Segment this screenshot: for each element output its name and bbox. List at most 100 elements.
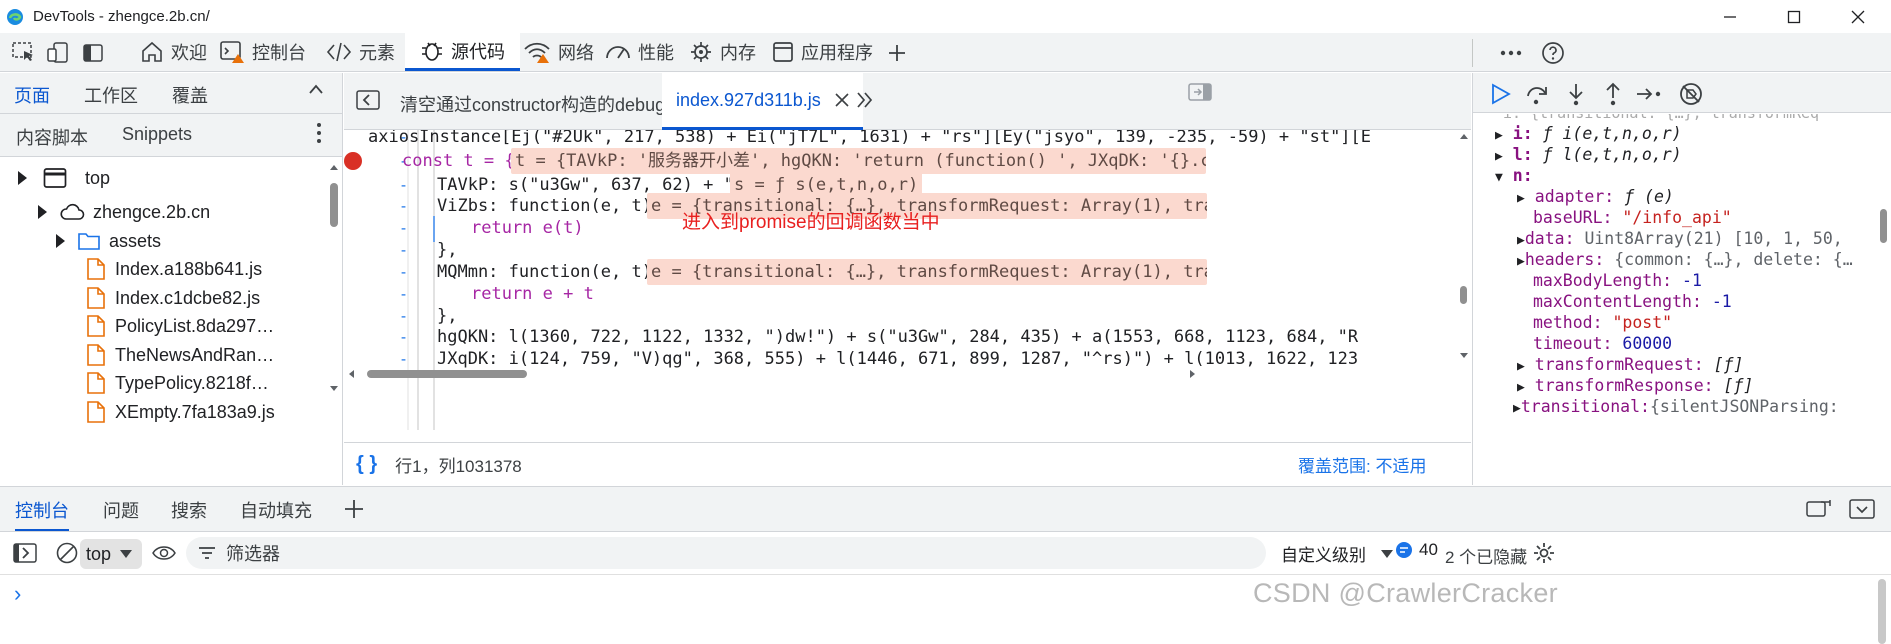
inline-value: t = {TAVkP: '服务器开小差', hgQKN: 'return (fu… — [511, 148, 1206, 174]
tab-welcome[interactable]: 欢迎 — [128, 33, 219, 71]
filter-placeholder: 筛选器 — [226, 544, 280, 564]
sources-icon — [422, 42, 442, 61]
scope-value: [ƒ] — [1713, 355, 1744, 374]
tab-overrides[interactable]: 覆盖 — [172, 82, 208, 108]
home-icon — [142, 41, 162, 62]
scope-key: n: — [1512, 166, 1533, 185]
clear-console-icon[interactable] — [56, 542, 78, 564]
navigator-pane: 页面 工作区 覆盖 内容脚本 Snippets top zhengce.2b.c… — [0, 73, 343, 485]
context-value: top — [86, 543, 112, 564]
coverage-status[interactable]: 覆盖范围: 不适用 — [1298, 452, 1426, 477]
tab-performance[interactable]: 性能 — [594, 33, 685, 71]
step-into-icon[interactable] — [1566, 82, 1586, 106]
log-levels-dropdown[interactable]: 自定义级别 — [1281, 541, 1394, 566]
tree-item-file[interactable]: XEmpty.7fa183a9.js — [86, 395, 275, 429]
show-sidebar-icon[interactable] — [13, 543, 37, 563]
drawer-tab-issues[interactable]: 问题 — [103, 497, 139, 523]
debugger-pane: i: {transitional: {…}, transformReq ▶ i:… — [1472, 73, 1891, 485]
more-tools-button[interactable] — [880, 37, 914, 69]
chevron-up-icon[interactable] — [308, 83, 324, 95]
scope-value: ƒ i(e,t,n,o,r) — [1542, 124, 1682, 143]
tab-label: 性能 — [638, 43, 674, 63]
console-filter-input[interactable]: 筛选器 — [186, 537, 1266, 569]
code-hscrollbar[interactable] — [344, 366, 1454, 382]
inspect-icon — [12, 42, 33, 61]
tab-sources[interactable]: 源代码 — [405, 33, 520, 71]
editor-tab-active[interactable]: index.927d311b.js — [662, 73, 863, 130]
chevron-down-icon — [120, 550, 133, 558]
step-out-icon[interactable] — [1603, 82, 1623, 106]
more-vertical-icon[interactable] — [316, 122, 322, 144]
tab-workspace[interactable]: 工作区 — [84, 82, 138, 108]
tab-label: 应用程序 — [801, 43, 873, 63]
expand-arrow-icon — [38, 205, 47, 219]
expand-arrow-icon — [56, 234, 65, 248]
eye-icon[interactable] — [152, 543, 176, 563]
minimize-button[interactable] — [1698, 0, 1762, 33]
editor-tabs: 清空通过constructor构造的debugger函数 index.927d3… — [344, 73, 1471, 130]
step-icon[interactable] — [1635, 82, 1663, 106]
scope-key: transitional: — [1520, 397, 1650, 416]
pretty-print-icon[interactable]: { } — [356, 453, 377, 476]
code-area[interactable]: - axiosInstance[Ej("#2Uk", 217, 538) + Ei… — [344, 130, 1471, 442]
gear-icon[interactable] — [1533, 542, 1555, 564]
help-button[interactable] — [1536, 37, 1570, 69]
screenshot-annotation: 进入到promise的回调函数当中 — [682, 212, 940, 233]
tab-console[interactable]: 控制台 — [207, 33, 318, 71]
tree-item-label: TheNewsAndRan… — [115, 344, 275, 365]
chevron-down-icon — [1381, 549, 1393, 558]
tab-snippets[interactable]: Snippets — [122, 124, 192, 145]
close-tab-icon[interactable] — [835, 93, 849, 107]
close-drawer-icon[interactable] — [1849, 499, 1875, 519]
sidebar-panel-icon — [83, 44, 103, 62]
toggle-sidebar-button[interactable] — [76, 37, 110, 69]
close-window-button[interactable] — [1826, 0, 1890, 33]
scope-value: {silentJSONParsing: — [1649, 397, 1839, 416]
tree-item-label: Index.c1dcbe82.js — [115, 287, 261, 308]
tab-application[interactable]: 应用程序 — [761, 33, 884, 71]
inspect-element-button[interactable] — [7, 37, 41, 69]
tree-scrollbar[interactable] — [329, 163, 339, 483]
toggle-navigator-icon[interactable] — [356, 90, 380, 110]
message-count: 40 — [1419, 540, 1438, 559]
context-selector[interactable]: top — [80, 539, 142, 569]
message-counter[interactable]: 40 — [1395, 540, 1438, 560]
code-vscrollbar[interactable] — [1457, 130, 1469, 362]
tree-item-top[interactable]: top — [18, 161, 110, 195]
customize-menu-button[interactable] — [1494, 37, 1528, 69]
scope-value: "/info_api" — [1622, 208, 1732, 227]
toggle-debugger-pane-icon[interactable] — [1188, 83, 1212, 101]
device-emulation-button[interactable] — [41, 37, 75, 69]
drawer-tab-autofill[interactable]: 自动填充 — [240, 497, 312, 523]
file-icon — [87, 372, 105, 394]
double-chevron-icon[interactable] — [856, 91, 874, 109]
dock-drawer-icon[interactable] — [1806, 499, 1832, 519]
performance-icon — [606, 46, 630, 59]
watermark: CSDN @CrawlerCracker — [1253, 578, 1558, 608]
console-prompt[interactable]: › — [14, 581, 21, 607]
scope-row[interactable]: ▶transitional:{silentJSONParsing: — [1513, 394, 1839, 419]
tab-content-scripts[interactable]: 内容脚本 — [16, 124, 88, 150]
tree-item-label: Index.a188b641.js — [115, 258, 263, 279]
maximize-button[interactable] — [1762, 0, 1826, 33]
tab-network[interactable]: 网络 — [512, 33, 605, 71]
tab-page[interactable]: 页面 — [14, 82, 50, 115]
scope-key: timeout: — [1533, 334, 1613, 353]
code-line-0: - axiosInstance[Ej("#2Uk", 217, 538) + Ei… — [344, 130, 1454, 150]
cursor-position: 行1，列1031378 — [395, 456, 522, 476]
drawer-tab-console[interactable]: 控制台 — [15, 497, 69, 531]
scope-value: -1 — [1682, 271, 1702, 290]
deactivate-breakpoints-icon[interactable] — [1678, 81, 1704, 107]
resume-icon[interactable] — [1489, 82, 1513, 106]
scope-value: [ƒ] — [1723, 376, 1754, 395]
tree-item-label: zhengce.2b.cn — [93, 201, 211, 222]
scope-scrollbar[interactable] — [1878, 117, 1890, 483]
console-scrollbar[interactable] — [1878, 579, 1886, 644]
drawer-tab-search[interactable]: 搜索 — [171, 497, 207, 523]
tab-elements[interactable]: 元素 — [314, 33, 407, 71]
step-over-icon[interactable] — [1525, 82, 1551, 106]
scope-key: maxBodyLength: — [1533, 271, 1673, 290]
plus-icon[interactable] — [344, 499, 364, 519]
console-toolbar: top 筛选器 自定义级别 40 2 个已隐藏 — [0, 532, 1891, 574]
tab-memory[interactable]: 内存 — [678, 33, 767, 71]
